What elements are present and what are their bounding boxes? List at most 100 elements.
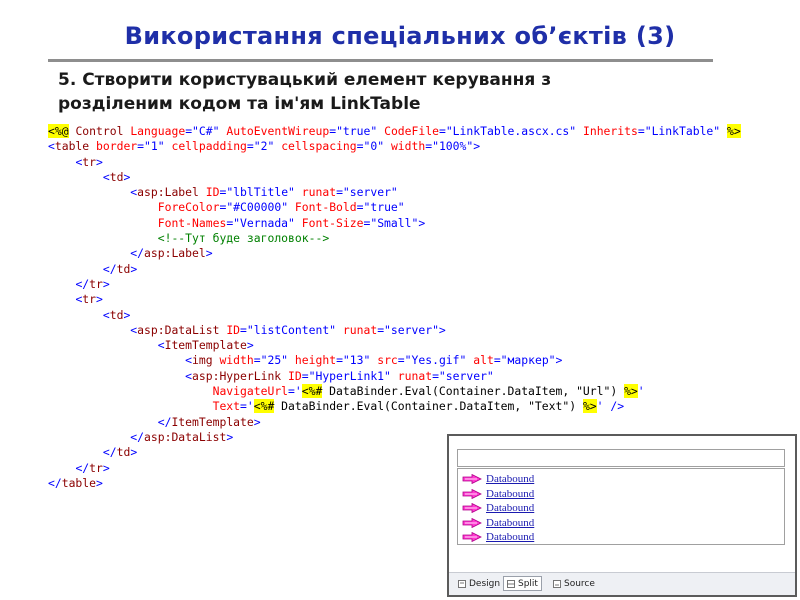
code-token-tag: asp:DataList bbox=[137, 322, 220, 337]
code-token-val: > bbox=[130, 445, 138, 460]
code-token-val: ="Vernada" bbox=[226, 215, 295, 230]
code-token-val: ="1" bbox=[137, 139, 165, 154]
datalist-item: Databound bbox=[462, 487, 534, 501]
code-token-val: </ bbox=[102, 445, 117, 460]
code-token-tag: td bbox=[116, 261, 131, 276]
code-token-val: < bbox=[102, 307, 110, 322]
code-token-attr: cellpadding bbox=[171, 139, 247, 154]
tab-label: Design bbox=[469, 578, 501, 589]
code-token-val: > bbox=[205, 246, 213, 261]
code-token-tag: table bbox=[54, 139, 90, 154]
code-token-hl: %> bbox=[727, 124, 741, 138]
code-line: Text='<%# DataBinder.Eval(Container.Data… bbox=[48, 399, 741, 414]
code-token-tag: ItemTemplate bbox=[171, 414, 254, 429]
code-token-val: < bbox=[48, 139, 55, 154]
code-token-val: =' bbox=[288, 384, 302, 399]
code-token-hl: <%# bbox=[301, 384, 323, 399]
tab-design[interactable]: Design bbox=[455, 576, 503, 591]
arrow-marker-icon bbox=[462, 503, 482, 513]
code-token-tag: tr bbox=[82, 154, 97, 169]
task-description-line-1: 5. Створити користувацький елемент керув… bbox=[58, 70, 552, 90]
code-token-val: > bbox=[123, 169, 131, 184]
code-token-val: > bbox=[96, 475, 103, 490]
datalist-item: Databound bbox=[462, 501, 534, 515]
code-token-tag: tr bbox=[89, 460, 103, 475]
code-token-val: ="true" bbox=[356, 200, 405, 215]
code-token-val: ' /> bbox=[596, 399, 625, 414]
tab-label: Split bbox=[518, 578, 538, 589]
code-token-tag: asp:Label bbox=[137, 185, 199, 200]
code-token-hl: <%# bbox=[253, 399, 275, 414]
code-token-val: > bbox=[123, 307, 131, 322]
code-token-comment: <!--Тут буде заголовок--> bbox=[157, 231, 330, 246]
code-line: <td> bbox=[48, 170, 741, 185]
code-line: <%@ Control Language="C#" AutoEventWireu… bbox=[48, 124, 741, 139]
code-token-attr: ForeColor bbox=[157, 200, 220, 215]
code-line: <ItemTemplate> bbox=[48, 338, 741, 353]
code-line: <asp:DataList ID="listContent" runat="se… bbox=[48, 323, 741, 338]
code-token-val: ="server" bbox=[336, 185, 398, 200]
datalist-item-link[interactable]: Databound bbox=[486, 502, 534, 514]
design-preview-window: Databound Databound Databound Databound Data… bbox=[447, 434, 797, 597]
code-line: <asp:HyperLink ID="HyperLink1" runat="se… bbox=[48, 369, 741, 384]
split-view-icon bbox=[507, 579, 515, 588]
code-token-val: < bbox=[157, 338, 165, 353]
code-line: <table border="1" cellpadding="2" cellsp… bbox=[48, 139, 741, 154]
tab-source[interactable]: Source bbox=[550, 576, 598, 591]
code-token-attr: Font-Size bbox=[301, 215, 364, 230]
code-token-text: DataBinder.Eval(Container.DataItem, "Url… bbox=[322, 384, 625, 399]
tab-label: Source bbox=[564, 578, 595, 589]
code-token-attr: runat bbox=[301, 185, 337, 200]
tab-split[interactable]: Split bbox=[503, 576, 542, 591]
code-token-attr: alt bbox=[473, 353, 494, 368]
task-description-line-2: розділеним кодом та ім'ям LinkTable bbox=[58, 94, 421, 114]
code-token-attr: Font-Bold bbox=[294, 200, 357, 215]
datalist-item-link[interactable]: Databound bbox=[486, 531, 534, 543]
code-token-attr: height bbox=[294, 353, 337, 368]
code-line: <asp:Label ID="lblTitle" runat="server" bbox=[48, 185, 741, 200]
code-line: <tr> bbox=[48, 292, 741, 307]
code-token-tag: Control bbox=[75, 124, 124, 138]
code-token-tag: img bbox=[192, 353, 213, 368]
title-label-placeholder bbox=[457, 449, 785, 467]
datalist-item-link[interactable]: Databound bbox=[486, 473, 534, 485]
code-token-val: ="25" bbox=[253, 353, 289, 368]
code-token-attr: ID bbox=[288, 368, 302, 383]
code-token-val: > bbox=[96, 154, 103, 169]
code-token-val: ="LinkTable.ascx.cs" bbox=[438, 124, 577, 138]
code-token-val: </ bbox=[130, 246, 145, 261]
datalist-item-link[interactable]: Databound bbox=[486, 488, 534, 500]
code-token-tag: tr bbox=[89, 276, 103, 291]
code-line: </ItemTemplate> bbox=[48, 415, 741, 430]
code-token-val: > bbox=[96, 292, 103, 307]
code-line: <td> bbox=[48, 308, 741, 323]
code-token-val: =' bbox=[240, 399, 254, 414]
code-token-attr: Font-Names bbox=[157, 215, 227, 230]
code-token-val: ="2" bbox=[246, 139, 275, 154]
code-token-tag: asp:Label bbox=[144, 246, 206, 261]
code-token-attr: runat bbox=[397, 368, 433, 383]
datalist-item-link[interactable]: Databound bbox=[486, 517, 534, 529]
code-token-val: < bbox=[102, 169, 110, 184]
arrow-marker-icon bbox=[462, 488, 482, 499]
